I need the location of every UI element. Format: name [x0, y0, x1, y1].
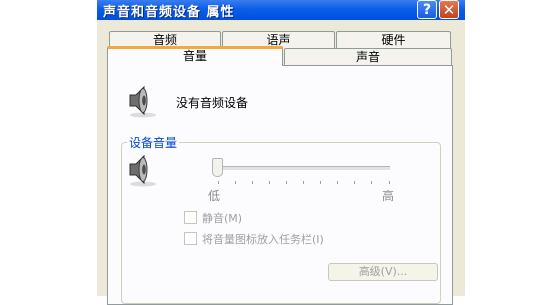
speaker-icon [129, 85, 156, 118]
tray-icon-label: 将音量图标放入任务栏(I) [202, 233, 324, 246]
window-title: 声音和音频设备 属性 [103, 5, 235, 20]
checkbox-box[interactable] [184, 232, 197, 245]
help-button[interactable]: ? [417, 0, 437, 19]
slider-tick [389, 181, 390, 184]
volume-slider-thumb[interactable] [212, 158, 223, 177]
slider-tick [303, 181, 304, 184]
slider-tick [235, 181, 236, 184]
speaker-icon [129, 154, 156, 187]
advanced-button[interactable]: 高级(V)... [328, 263, 438, 281]
slider-tick [269, 181, 270, 184]
volume-panel: 没有音频设备 设备音量 低 高 静音(M) 将音量图标放入任务栏(I) 高级(V… [107, 65, 453, 305]
no-audio-device-text: 没有音频设备 [176, 96, 249, 110]
slider-high-label: 高 [382, 189, 395, 203]
title-bar[interactable]: 声音和音频设备 属性 ? ✕ [97, 0, 465, 20]
slider-tick [320, 181, 321, 184]
slider-tick [286, 181, 287, 184]
tab-hardware[interactable]: 硬件 [336, 31, 451, 49]
properties-window: 声音和音频设备 属性 ? ✕ 音频 语声 硬件 声音 音量 没有音频设备 设备音… [97, 0, 465, 305]
mute-checkbox[interactable]: 静音(M) [184, 210, 242, 226]
tray-icon-checkbox[interactable]: 将音量图标放入任务栏(I) [184, 231, 324, 247]
mute-label: 静音(M) [202, 212, 243, 225]
tab-volume[interactable]: 音量 [107, 46, 283, 66]
slider-tick [371, 181, 372, 184]
close-button[interactable]: ✕ [439, 0, 459, 19]
tab-sounds[interactable]: 声音 [284, 48, 452, 65]
slider-tick [252, 181, 253, 184]
slider-tick [218, 181, 219, 184]
checkbox-box[interactable] [184, 211, 197, 224]
slider-low-label: 低 [208, 189, 221, 203]
slider-tick [354, 181, 355, 184]
device-volume-label: 设备音量 [127, 134, 180, 151]
volume-slider-track[interactable] [218, 166, 390, 171]
slider-tick [337, 181, 338, 184]
